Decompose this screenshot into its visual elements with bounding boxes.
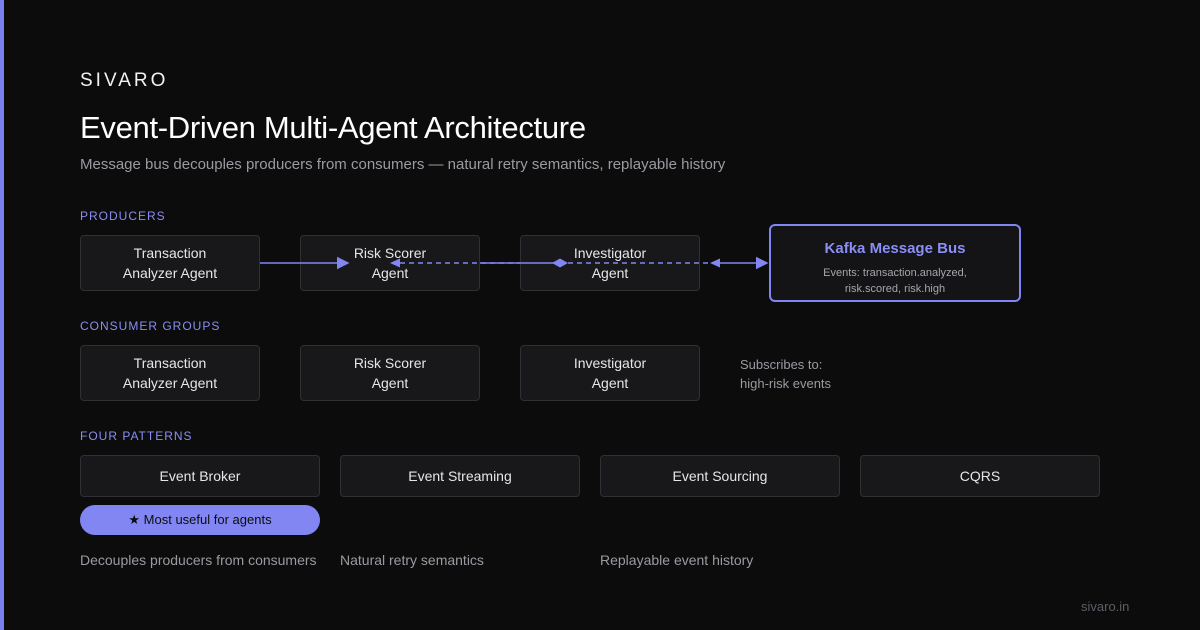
bus-events: Events: transaction.analyzed, risk.score… (823, 267, 967, 295)
page-title: Event-Driven Multi-Agent Architecture (80, 110, 586, 145)
consumer-risk-scorer: Risk Scorer Agent (300, 345, 480, 401)
arrow-from-bus-head (710, 258, 720, 268)
producers-label: PRODUCERS (80, 209, 166, 223)
most-useful-badge: ★ Most useful for agents (80, 505, 320, 535)
accent-bar (0, 0, 4, 630)
pattern-event-sourcing: Event Sourcing (600, 455, 840, 497)
consumer-transaction-analyzer: Transaction Analyzer Agent (80, 345, 260, 401)
producer-risk-scorer: Risk Scorer Agent (300, 235, 480, 291)
patterns-label: FOUR PATTERNS (80, 429, 193, 443)
footer-url: sivaro.in (1081, 599, 1130, 614)
desc-event-broker: Decouples producers from consumers (80, 552, 317, 568)
consumers-label: CONSUMER GROUPS (80, 319, 221, 333)
consumer-investigator: Investigator Agent (520, 345, 700, 401)
pattern-event-broker: Event Broker (80, 455, 320, 497)
brand-logo: SIVARO (80, 70, 169, 91)
subscription-note: Subscribes to: high-risk events (740, 357, 832, 391)
flow-arrows (260, 256, 769, 270)
page-subtitle: Message bus decouples producers from con… (80, 156, 726, 173)
kafka-message-bus: Kafka Message Bus Events: transaction.an… (769, 224, 1021, 302)
bus-title: Kafka Message Bus (824, 240, 966, 257)
producer-investigator: Investigator Agent (520, 235, 700, 291)
pattern-cqrs: CQRS (860, 455, 1100, 497)
producer-transaction-analyzer: Transaction Analyzer Agent (80, 235, 260, 291)
desc-event-sourcing: Replayable event history (600, 552, 754, 568)
desc-event-streaming: Natural retry semantics (340, 552, 484, 568)
pattern-event-streaming: Event Streaming (340, 455, 580, 497)
